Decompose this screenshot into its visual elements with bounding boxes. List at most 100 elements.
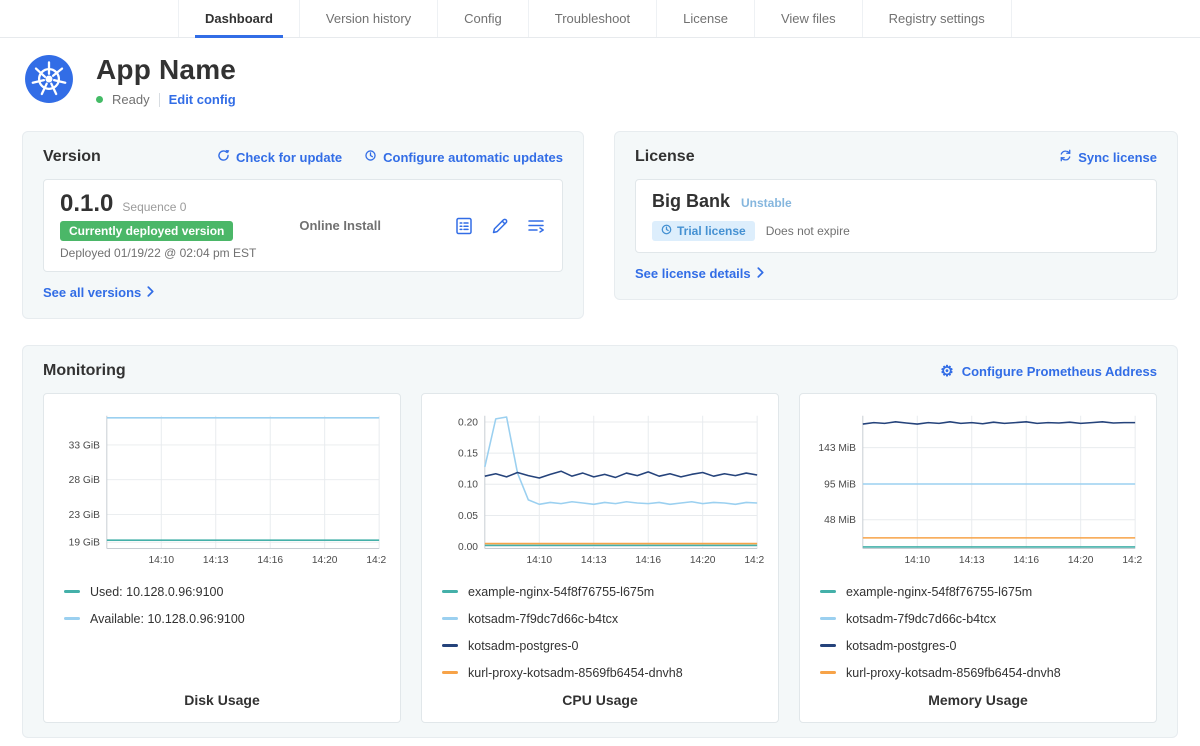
tab-license[interactable]: License — [656, 0, 754, 37]
monitoring-panel: Monitoring ⚙ Configure Prometheus Addres… — [22, 345, 1178, 738]
legend-swatch — [64, 590, 80, 593]
cpu-usage-chart: 0.200.150.100.050.0014:1014:1314:1614:20… — [436, 406, 764, 572]
page-title: App Name — [96, 54, 236, 86]
svg-text:14:20: 14:20 — [1068, 555, 1094, 566]
see-all-versions-label: See all versions — [43, 285, 141, 300]
svg-text:0.20: 0.20 — [458, 417, 478, 428]
svg-text:0.00: 0.00 — [458, 542, 478, 553]
legend-swatch — [820, 590, 836, 593]
edit-values-icon[interactable] — [490, 216, 510, 236]
tab-version-history[interactable]: Version history — [299, 0, 437, 37]
license-channel-label: Unstable — [741, 196, 792, 210]
edit-config-link[interactable]: Edit config — [169, 92, 236, 107]
disk-usage-chart-card: 33 GiB28 GiB23 GiB19 GiB14:1014:1314:161… — [43, 393, 401, 723]
svg-text:14:10: 14:10 — [526, 555, 552, 566]
svg-text:28 GiB: 28 GiB — [69, 475, 100, 486]
memory-usage-chart: 143 MiB95 MiB48 MiB14:1014:1314:1614:201… — [814, 406, 1142, 572]
charts-row: 33 GiB28 GiB23 GiB19 GiB14:1014:1314:161… — [43, 393, 1157, 723]
divider — [159, 93, 160, 107]
cpu-usage-chart-card: 0.200.150.100.050.0014:1014:1314:1614:20… — [421, 393, 779, 723]
legend-item: kotsadm-postgres-0 — [820, 639, 1142, 653]
legend-swatch — [442, 590, 458, 593]
svg-text:14:10: 14:10 — [904, 555, 930, 566]
svg-text:14:13: 14:13 — [959, 555, 985, 566]
sync-license-label: Sync license — [1078, 150, 1157, 165]
chart-canvas: 33 GiB28 GiB23 GiB19 GiB14:1014:1314:161… — [58, 406, 386, 572]
cpu-usage-legend: example-nginx-54f8f76755-l675m kotsadm-7f… — [436, 585, 764, 680]
version-number: 0.1.0 — [60, 191, 113, 217]
version-panel: Version Check for update Configure autom… — [22, 131, 584, 319]
svg-text:14:13: 14:13 — [581, 555, 607, 566]
chart-canvas: 143 MiB95 MiB48 MiB14:1014:1314:1614:201… — [814, 406, 1142, 572]
disk-usage-legend: Used: 10.128.0.96:9100 Available: 10.128.… — [58, 585, 386, 626]
svg-text:0.10: 0.10 — [458, 480, 478, 491]
legend-item: Available: 10.128.0.96:9100 — [64, 612, 386, 626]
version-heading: Version — [43, 148, 101, 166]
legend-label: kotsadm-postgres-0 — [846, 639, 956, 653]
legend-swatch — [442, 617, 458, 620]
svg-text:14:13: 14:13 — [203, 555, 229, 566]
legend-item: kotsadm-postgres-0 — [442, 639, 764, 653]
gear-icon: ⚙ — [940, 364, 953, 379]
svg-text:33 GiB: 33 GiB — [69, 440, 100, 451]
svg-text:14:23: 14:23 — [366, 555, 386, 566]
top-cards-row: Version Check for update Configure autom… — [0, 117, 1200, 319]
legend-label: kurl-proxy-kotsadm-8569fb6454-dnvh8 — [468, 666, 683, 680]
schedule-clock-icon — [364, 149, 377, 165]
configure-automatic-updates-button[interactable]: Configure automatic updates — [364, 149, 563, 165]
install-type-label: Online Install — [299, 218, 381, 233]
memory-usage-chart-card: 143 MiB95 MiB48 MiB14:1014:1314:1614:201… — [799, 393, 1157, 723]
tab-view-files[interactable]: View files — [754, 0, 862, 37]
configure-prometheus-label: Configure Prometheus Address — [962, 364, 1157, 379]
legend-item: example-nginx-54f8f76755-l675m — [442, 585, 764, 599]
tab-registry-settings[interactable]: Registry settings — [862, 0, 1012, 37]
legend-label: Available: 10.128.0.96:9100 — [90, 612, 245, 626]
legend-item: kotsadm-7f9dc7d66c-b4tcx — [442, 612, 764, 626]
license-expiration: Does not expire — [766, 224, 850, 238]
svg-text:23 GiB: 23 GiB — [69, 510, 100, 521]
chart-title: Disk Usage — [58, 686, 386, 710]
legend-swatch — [820, 671, 836, 674]
legend-item: Used: 10.128.0.96:9100 — [64, 585, 386, 599]
legend-item: kurl-proxy-kotsadm-8569fb6454-dnvh8 — [820, 666, 1142, 680]
current-version-card: 0.1.0 Sequence 0 Currently deployed vers… — [43, 179, 563, 272]
legend-swatch — [64, 617, 80, 620]
legend-item: kurl-proxy-kotsadm-8569fb6454-dnvh8 — [442, 666, 764, 680]
release-notes-icon[interactable] — [454, 216, 474, 236]
license-heading: License — [635, 148, 695, 166]
monitoring-heading: Monitoring — [43, 362, 126, 380]
svg-text:14:23: 14:23 — [744, 555, 764, 566]
configure-prometheus-button[interactable]: ⚙ Configure Prometheus Address — [940, 364, 1157, 379]
svg-text:14:16: 14:16 — [257, 555, 283, 566]
memory-usage-legend: example-nginx-54f8f76755-l675m kotsadm-7f… — [814, 585, 1142, 680]
legend-label: Used: 10.128.0.96:9100 — [90, 585, 223, 599]
svg-text:0.05: 0.05 — [458, 511, 478, 522]
tab-config[interactable]: Config — [437, 0, 528, 37]
legend-swatch — [442, 644, 458, 647]
tab-troubleshoot[interactable]: Troubleshoot — [528, 0, 656, 37]
svg-text:14:10: 14:10 — [148, 555, 174, 566]
app-status-text: Ready — [112, 92, 150, 107]
sequence-label: Sequence 0 — [122, 200, 186, 214]
tab-dashboard[interactable]: Dashboard — [178, 0, 299, 37]
trial-license-label: Trial license — [677, 224, 746, 238]
license-customer-name: Big Bank — [652, 191, 730, 212]
kubernetes-logo-icon — [24, 54, 74, 109]
svg-text:14:23: 14:23 — [1122, 555, 1142, 566]
check-for-update-button[interactable]: Check for update — [217, 149, 342, 165]
sync-license-button[interactable]: Sync license — [1059, 149, 1157, 165]
see-all-versions-link[interactable]: See all versions — [43, 285, 154, 300]
legend-swatch — [442, 671, 458, 674]
svg-text:14:16: 14:16 — [1013, 555, 1039, 566]
deploy-logs-icon[interactable] — [526, 216, 546, 236]
legend-swatch — [820, 644, 836, 647]
clock-icon — [661, 224, 672, 238]
top-navigation: Dashboard Version history Config Trouble… — [0, 0, 1200, 38]
app-header: App Name Ready Edit config — [0, 38, 1200, 117]
legend-swatch — [820, 617, 836, 620]
legend-item: kotsadm-7f9dc7d66c-b4tcx — [820, 612, 1142, 626]
see-license-details-link[interactable]: See license details — [635, 266, 764, 281]
disk-usage-chart: 33 GiB28 GiB23 GiB19 GiB14:1014:1314:161… — [58, 406, 386, 572]
legend-item: example-nginx-54f8f76755-l675m — [820, 585, 1142, 599]
legend-label: kurl-proxy-kotsadm-8569fb6454-dnvh8 — [846, 666, 1061, 680]
